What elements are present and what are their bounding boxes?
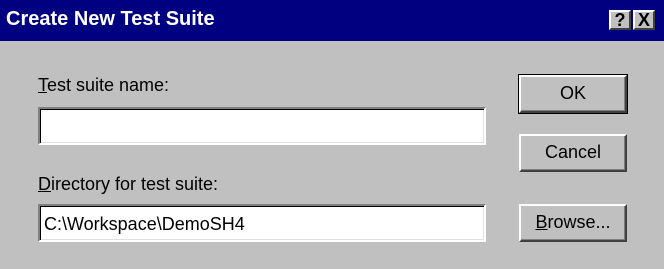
question-mark-icon: ?	[614, 10, 626, 30]
help-button[interactable]: ?	[609, 10, 631, 30]
directory-label-text: irectory for test suite:	[51, 174, 219, 194]
browse-button[interactable]: Browse...	[519, 204, 627, 242]
browse-button-label: rowse...	[547, 212, 611, 232]
directory-label-accelerator: D	[38, 174, 51, 194]
close-button[interactable]: X	[633, 10, 655, 30]
window-title: Create New Test Suite	[6, 8, 215, 30]
close-icon: X	[637, 10, 650, 30]
ok-button-label: OK	[559, 83, 586, 103]
title-bar[interactable]: Create New Test Suite ? X	[0, 0, 664, 41]
suite-name-label-accelerator: T	[38, 75, 47, 95]
directory-label: Directory for test suite:	[38, 174, 218, 195]
suite-name-input[interactable]	[38, 107, 486, 145]
browse-button-accelerator: B	[535, 212, 548, 232]
ok-button[interactable]: OK	[518, 74, 628, 114]
directory-input[interactable]	[38, 204, 486, 242]
suite-name-label-text: est suite name:	[47, 75, 170, 95]
create-test-suite-dialog: Create New Test Suite ? X Test suite nam…	[0, 0, 664, 269]
suite-name-label: Test suite name:	[38, 75, 169, 96]
cancel-button[interactable]: Cancel	[519, 134, 627, 172]
cancel-button-label: Cancel	[544, 142, 602, 162]
